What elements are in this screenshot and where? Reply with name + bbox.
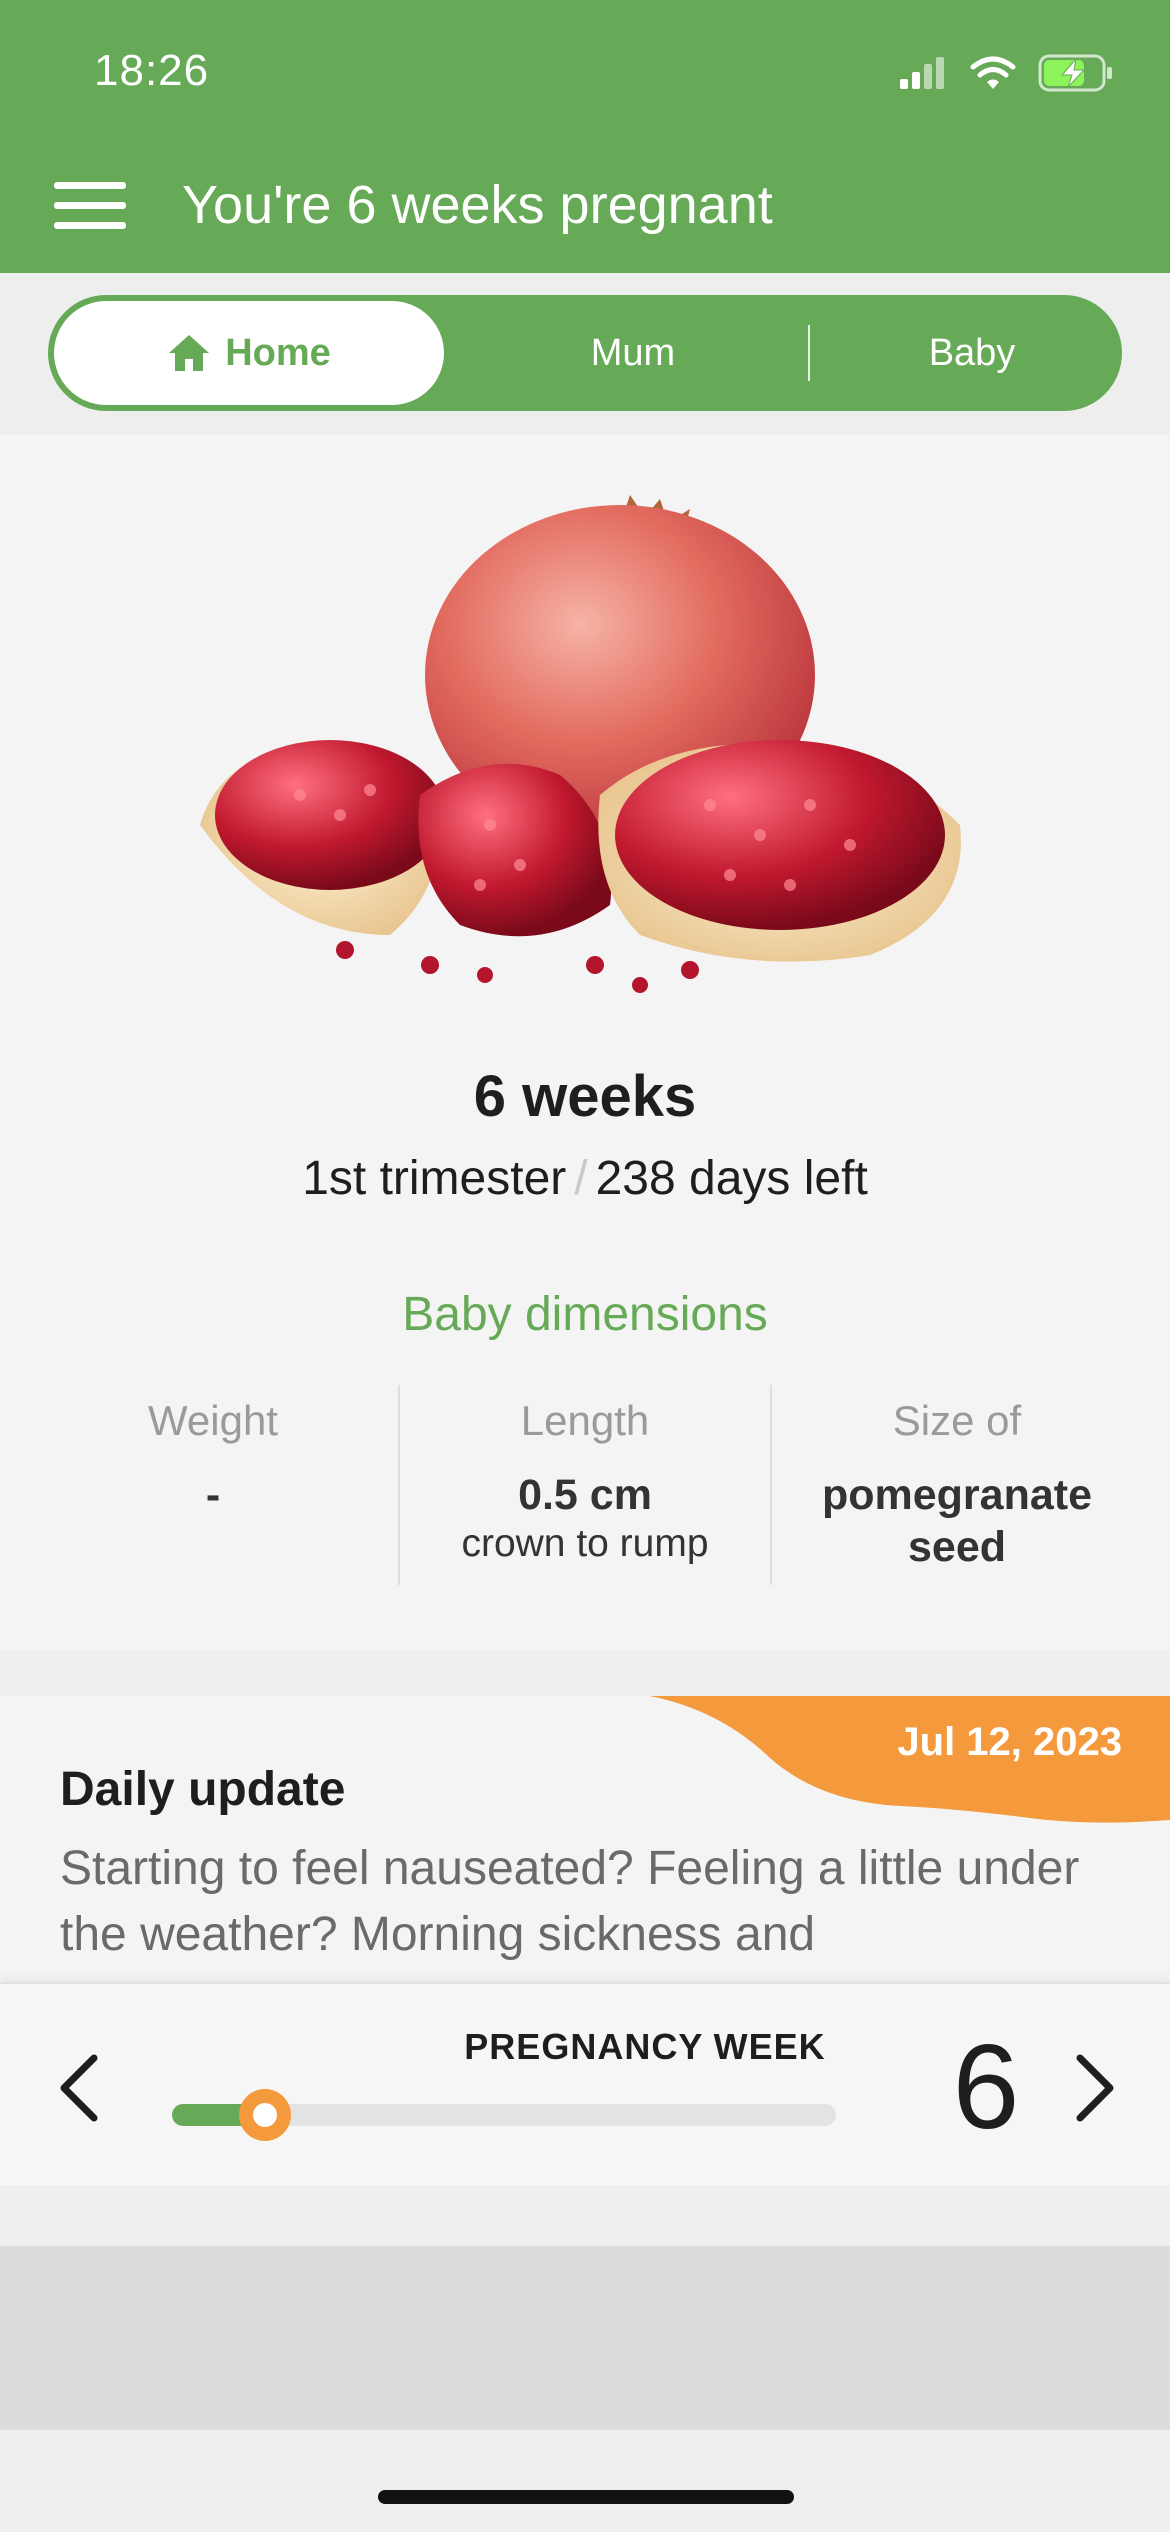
dimension-value: -: [205, 1471, 221, 1519]
pregnancy-week-selector: PREGNANCY WEEK 6: [0, 1982, 1170, 2186]
segmented-tabs: Home Mum Baby: [48, 295, 1122, 411]
battery-charging-icon: [1038, 54, 1112, 92]
dimension-label: Length: [520, 1397, 650, 1444]
hamburger-menu-icon[interactable]: [54, 180, 126, 232]
trimester-text: 1st trimester: [302, 1152, 567, 1205]
baby-dimensions: Weight - Length 0.5 cm crown to rump Siz…: [28, 1385, 1142, 1585]
baby-dimensions-heading: Baby dimensions: [402, 1288, 768, 1341]
cellular-signal-icon: [900, 57, 944, 89]
bottom-banner-area: [0, 2246, 1170, 2430]
wifi-icon: [970, 56, 1016, 89]
week-slider[interactable]: [172, 2089, 836, 2141]
days-left-text: 238 days left: [595, 1152, 868, 1205]
dimension-note: crown to rump: [461, 1522, 709, 1565]
tab-home-label: Home: [225, 331, 331, 374]
app-header: 18:26 You're 6 weeks pregnant: [0, 0, 1170, 273]
home-icon: [169, 335, 210, 371]
week-slider-thumb[interactable]: [238, 2089, 291, 2141]
dimension-value: 0.5 cm: [518, 1471, 652, 1519]
dimension-weight: Weight -: [28, 1385, 398, 1585]
tab-bar-container: Home Mum Baby: [0, 273, 1170, 435]
daily-update-body: Starting to feel nauseated? Feeling a li…: [60, 1842, 1080, 1961]
dimension-length: Length 0.5 cm crown to rump: [398, 1385, 770, 1585]
chevron-right-icon[interactable]: [1064, 2050, 1124, 2126]
dimension-label: Size of: [892, 1397, 1022, 1444]
tab-home[interactable]: Home: [54, 301, 444, 405]
pomegranate-image: [200, 495, 961, 993]
status-icons: [898, 50, 1114, 96]
home-indicator[interactable]: [378, 2490, 794, 2504]
tab-mum-label: Mum: [590, 331, 676, 374]
status-time: 18:26: [94, 46, 210, 95]
daily-update-date: Jul 12, 2023: [897, 1720, 1122, 1764]
daily-update-card[interactable]: Jul 12, 2023 Daily update Starting to fe…: [0, 1696, 1170, 1986]
overview-card: 6 weeks 1st trimester/238 days left Baby…: [0, 435, 1170, 1650]
tab-baby[interactable]: Baby: [822, 295, 1122, 411]
tab-baby-label: Baby: [928, 331, 1016, 374]
trimester-line: 1st trimester/238 days left: [0, 1151, 1170, 1206]
week-number: 6: [952, 2020, 1020, 2154]
dimension-label: Weight: [148, 1397, 278, 1444]
pregnancy-week-label: PREGNANCY WEEK: [464, 2026, 826, 2067]
weeks-title: 6 weeks: [473, 1064, 697, 1129]
separator: /: [574, 1152, 588, 1205]
page-title: You're 6 weeks pregnant: [182, 175, 773, 235]
dimension-value: pomegranate seed: [821, 1471, 1092, 1571]
chevron-left-icon[interactable]: [50, 2050, 110, 2126]
daily-update-title: Daily update: [60, 1763, 346, 1816]
tab-mum[interactable]: Mum: [444, 295, 822, 411]
dimension-size-of: Size of pomegranate seed: [770, 1385, 1142, 1585]
